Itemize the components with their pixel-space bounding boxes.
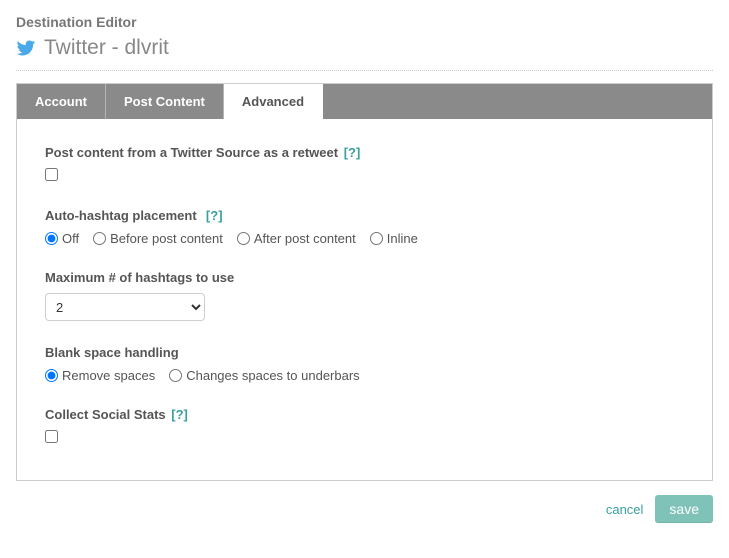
blank-space-radio-underbar[interactable] xyxy=(169,369,182,382)
hashtag-option-inline-label: Inline xyxy=(387,231,418,246)
retweet-label: Post content from a Twitter Source as a … xyxy=(45,145,684,160)
hashtag-radio-after[interactable] xyxy=(237,232,250,245)
blank-space-underbar-label: Changes spaces to underbars xyxy=(186,368,359,383)
collect-stats-help-icon[interactable]: [?] xyxy=(171,407,188,422)
section-hashtag-placement: Auto-hashtag placement [?] Off Before po… xyxy=(45,208,684,246)
max-hashtags-select[interactable]: 2 xyxy=(45,293,205,321)
hashtag-placement-options: Off Before post content After post conte… xyxy=(45,231,684,246)
save-button[interactable]: save xyxy=(655,495,713,523)
hashtag-option-after[interactable]: After post content xyxy=(237,231,356,246)
blank-space-option-underbar[interactable]: Changes spaces to underbars xyxy=(169,368,359,383)
footer-actions: cancel save xyxy=(16,495,713,523)
hashtag-option-before[interactable]: Before post content xyxy=(93,231,223,246)
tab-advanced[interactable]: Advanced xyxy=(224,84,323,120)
tab-account[interactable]: Account xyxy=(17,84,106,119)
hashtag-placement-label-text: Auto-hashtag placement xyxy=(45,208,197,223)
hashtag-radio-off[interactable] xyxy=(45,232,58,245)
blank-space-label: Blank space handling xyxy=(45,345,684,360)
destination-name: Twitter - dlvrit xyxy=(44,36,169,60)
settings-panel: Account Post Content Advanced Post conte… xyxy=(16,83,713,481)
hashtag-option-off[interactable]: Off xyxy=(45,231,79,246)
divider xyxy=(16,70,713,71)
hashtag-placement-help-icon[interactable]: [?] xyxy=(206,208,223,223)
retweet-help-icon[interactable]: [?] xyxy=(344,145,361,160)
blank-space-remove-label: Remove spaces xyxy=(62,368,155,383)
page-title: Destination Editor xyxy=(16,14,713,30)
twitter-icon xyxy=(16,38,36,58)
hashtag-radio-inline[interactable] xyxy=(370,232,383,245)
collect-stats-label-text: Collect Social Stats xyxy=(45,407,166,422)
section-blank-space: Blank space handling Remove spaces Chang… xyxy=(45,345,684,383)
section-max-hashtags: Maximum # of hashtags to use 2 xyxy=(45,270,684,321)
hashtag-option-after-label: After post content xyxy=(254,231,356,246)
collect-stats-label: Collect Social Stats [?] xyxy=(45,407,684,422)
blank-space-radio-remove[interactable] xyxy=(45,369,58,382)
tab-post-content[interactable]: Post Content xyxy=(106,84,224,119)
section-collect-stats: Collect Social Stats [?] xyxy=(45,407,684,446)
cancel-link[interactable]: cancel xyxy=(606,502,644,517)
subtitle-row: Twitter - dlvrit xyxy=(16,36,713,60)
hashtag-option-inline[interactable]: Inline xyxy=(370,231,418,246)
tab-bar: Account Post Content Advanced xyxy=(17,84,712,119)
hashtag-option-off-label: Off xyxy=(62,231,79,246)
section-retweet: Post content from a Twitter Source as a … xyxy=(45,145,684,184)
retweet-checkbox[interactable] xyxy=(45,168,58,181)
blank-space-options: Remove spaces Changes spaces to underbar… xyxy=(45,368,684,383)
collect-stats-checkbox[interactable] xyxy=(45,430,58,443)
blank-space-option-remove[interactable]: Remove spaces xyxy=(45,368,155,383)
hashtag-radio-before[interactable] xyxy=(93,232,106,245)
hashtag-option-before-label: Before post content xyxy=(110,231,223,246)
tab-body-advanced: Post content from a Twitter Source as a … xyxy=(17,119,712,480)
retweet-label-text: Post content from a Twitter Source as a … xyxy=(45,145,338,160)
max-hashtags-label: Maximum # of hashtags to use xyxy=(45,270,684,285)
hashtag-placement-label: Auto-hashtag placement [?] xyxy=(45,208,684,223)
